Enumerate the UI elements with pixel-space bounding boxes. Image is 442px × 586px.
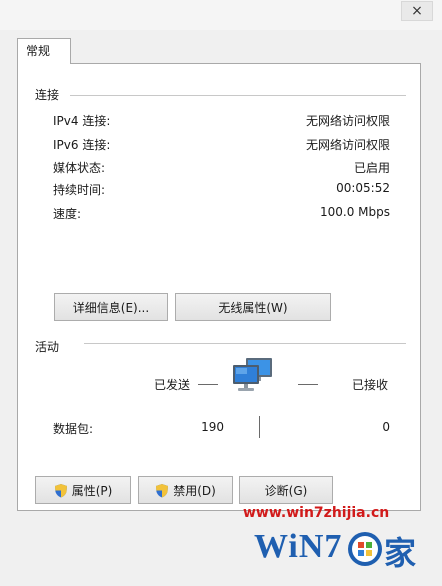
tab-general[interactable]: 常规 — [17, 38, 71, 64]
close-button[interactable]: × — [401, 1, 433, 21]
ipv6-value: 无网络访问权限 — [305, 138, 390, 152]
win7-logo: WiN7 家 — [246, 522, 422, 574]
activity-section-label: 活动 — [35, 340, 60, 354]
packets-label: 数据包: — [53, 422, 94, 436]
packets-divider — [259, 416, 260, 438]
media-state-value: 已启用 — [353, 161, 390, 175]
general-panel: 连接 IPv4 连接: 无网络访问权限 IPv6 连接: 无网络访问权限 媒体状… — [17, 63, 421, 511]
speed-label: 速度: — [53, 207, 82, 221]
windows-orb-icon — [348, 532, 382, 566]
sent-dash — [198, 384, 218, 385]
diagnose-button[interactable]: 诊断(G) — [239, 476, 333, 504]
disable-button[interactable]: 禁用(D) — [138, 476, 233, 504]
duration-value: 00:05:52 — [336, 181, 390, 195]
packets-sent-value: 190 — [201, 420, 224, 434]
received-dash — [298, 384, 318, 385]
activity-divider — [84, 343, 406, 344]
properties-button[interactable]: 属性(P) — [35, 476, 131, 504]
shield-icon — [54, 483, 68, 498]
packets-received-value: 0 — [382, 420, 390, 434]
properties-button-label: 属性(P) — [71, 483, 113, 498]
network-computers-icon — [233, 358, 272, 391]
ipv4-value: 无网络访问权限 — [305, 114, 390, 128]
ipv4-label: IPv4 连接: — [53, 114, 111, 128]
connection-section-label: 连接 — [35, 88, 60, 102]
media-state-label: 媒体状态: — [53, 161, 106, 175]
duration-label: 持续时间: — [53, 183, 106, 197]
connection-divider — [70, 95, 406, 96]
ipv6-label: IPv6 连接: — [53, 138, 111, 152]
logo-suffix: 家 — [384, 534, 417, 572]
watermark-url: www.win7zhijia.cn — [243, 505, 390, 521]
details-button[interactable]: 详细信息(E)... — [54, 293, 168, 321]
disable-button-label: 禁用(D) — [173, 483, 216, 498]
shield-icon — [155, 483, 169, 498]
logo-text: WiN7 — [254, 528, 343, 565]
sent-label: 已发送 — [154, 378, 191, 392]
close-icon: × — [411, 3, 423, 19]
title-bar: × — [0, 0, 442, 30]
received-label: 已接收 — [352, 378, 389, 392]
speed-value: 100.0 Mbps — [319, 205, 390, 219]
wireless-properties-button[interactable]: 无线属性(W) — [175, 293, 331, 321]
